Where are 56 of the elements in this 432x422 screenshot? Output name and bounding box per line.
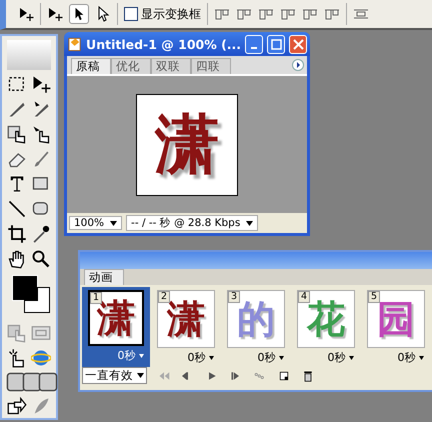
screen-mode-icon[interactable] [38, 372, 58, 392]
dropdown-caret-icon [246, 220, 254, 226]
frame-number: 5 [368, 291, 380, 304]
browser-globe-icon[interactable] [31, 348, 51, 368]
loop-dropdown[interactable]: 一直有效 [82, 367, 147, 384]
arrow-hand-tool-icon[interactable] [31, 124, 51, 144]
canvas-glyph: 潇 [136, 94, 238, 196]
eyedropper-tool-icon[interactable] [31, 224, 51, 244]
zoom-dropdown[interactable]: 100% [69, 216, 122, 230]
zoom-tool-icon[interactable] [31, 249, 51, 269]
dropdown-caret-icon [279, 356, 284, 360]
hand-pointer-icon[interactable] [7, 348, 27, 368]
hand-pointer-tool-icon[interactable] [7, 124, 27, 144]
screen-mode-icon[interactable] [22, 372, 42, 392]
minimize-icon [251, 46, 258, 48]
minimize-button[interactable] [245, 34, 264, 54]
maximize-button[interactable] [267, 34, 286, 54]
dropdown-caret-icon [110, 220, 118, 226]
frame-delay[interactable]: 0秒 [118, 348, 148, 363]
hand-tool-icon[interactable] [7, 249, 27, 269]
marquee-tool-icon[interactable] [7, 74, 27, 94]
move-tool-icon[interactable] [47, 6, 63, 22]
document-icon [67, 36, 82, 52]
panel-tab[interactable]: 动画 [84, 269, 124, 285]
close-button[interactable] [289, 34, 308, 54]
screen-mode-icon[interactable] [6, 372, 26, 392]
view-tab[interactable]: 原稿 [71, 58, 111, 74]
dropdown-caret-icon [209, 356, 214, 360]
dropdown-caret-icon [349, 356, 354, 360]
background-color-swatch[interactable] [24, 287, 50, 313]
line-tool-icon[interactable] [7, 199, 27, 219]
dropdown-caret-icon [139, 354, 144, 358]
new-frame-icon[interactable] [277, 370, 291, 382]
frame-number: 4 [298, 291, 310, 304]
maximize-icon [270, 38, 282, 50]
window-title: Untitled-1 @ 100% (... [86, 36, 242, 52]
dropdown-caret-icon [419, 356, 424, 360]
jump-to-icon[interactable] [7, 396, 27, 416]
move-tool-icon[interactable] [18, 6, 34, 22]
checkbox[interactable] [124, 7, 138, 21]
crop-tool-icon[interactable] [7, 224, 27, 244]
close-icon [292, 38, 304, 50]
view-tab[interactable]: 四联 [191, 58, 231, 74]
frame-number: 2 [158, 291, 170, 304]
frame-delay[interactable]: 0秒 [258, 350, 288, 365]
foreground-color-swatch[interactable] [12, 275, 38, 301]
checkbox-label: 显示变换框 [141, 6, 201, 22]
download-time-dropdown[interactable]: -- / -- 秒 @ 28.8 Kbps [126, 215, 258, 231]
move-tool-icon[interactable] [31, 74, 51, 94]
frame-delay[interactable]: 0秒 [328, 350, 358, 365]
frame-number: 3 [228, 291, 240, 304]
view-tab[interactable]: 优化 [111, 58, 151, 74]
dropdown-caret-icon [137, 373, 144, 378]
frame-delay[interactable]: 0秒 [188, 350, 218, 365]
view-tab[interactable]: 双联 [151, 58, 191, 74]
frame-delay[interactable]: 0秒 [398, 350, 428, 365]
